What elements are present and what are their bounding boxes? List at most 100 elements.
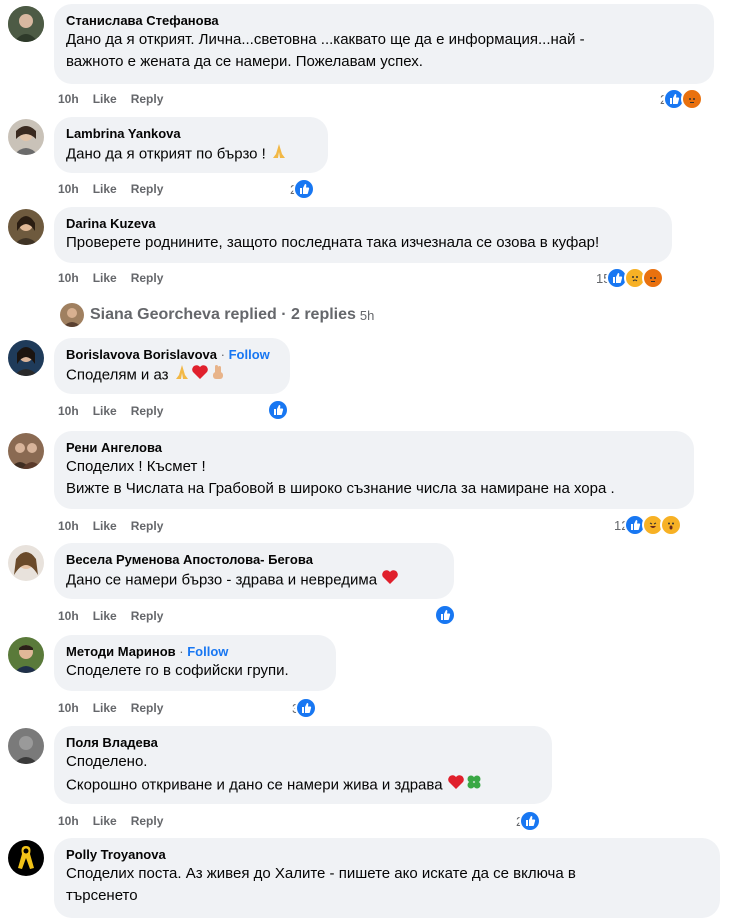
comment-time[interactable]: 10h [58,701,79,715]
reactions-summary[interactable]: 12 [614,514,683,536]
like-icon [434,604,456,626]
reactions-summary[interactable] [432,604,456,626]
reply-button[interactable]: Reply [131,519,164,533]
like-button[interactable]: Like [93,271,117,285]
reply-button[interactable]: Reply [131,814,164,828]
avatar [60,303,84,327]
comment-bubble: Поля Владева Споделено. Скорошно открива… [54,726,552,804]
commenter-name[interactable]: Рени Ангелова [66,439,682,456]
comment-actions: 10h Like Reply [58,701,177,715]
angry-icon [642,267,665,289]
red-heart-icon [381,568,399,593]
commenter-name[interactable]: Методи Маринов · Follow [66,643,324,660]
comment-text: Споделям и аз [66,363,278,388]
comment-actions: 10h Like Reply [58,814,177,828]
like-icon [519,810,542,832]
comment-time[interactable]: 10h [58,404,79,418]
reactions-summary[interactable]: 3 [292,697,318,719]
avatar[interactable] [8,119,44,155]
avatar[interactable] [8,637,44,673]
avatar[interactable] [8,728,44,764]
like-button[interactable]: Like [93,519,117,533]
comment-bubble: Lambrina Yankova Дано да я открият по бъ… [54,117,328,173]
comment-time[interactable]: 10h [58,814,79,828]
comment-bubble: Методи Маринов · Follow Споделете го в с… [54,635,336,691]
comment-text: Споделете го в софийски групи. [66,662,289,679]
comment-actions: 10h Like Reply [58,182,177,196]
avatar[interactable] [8,340,44,376]
avatar[interactable] [8,209,44,245]
red-heart-icon [447,773,465,798]
reply-button[interactable]: Reply [131,271,164,285]
like-icon [293,178,316,200]
commenter-name[interactable]: Lambrina Yankova [66,125,316,142]
reply-button[interactable]: Reply [131,404,164,418]
like-button[interactable]: Like [93,701,117,715]
commenter-name[interactable]: Станислава Стефанова [66,12,702,29]
follow-button[interactable]: Follow [229,347,270,362]
comment-text: Дано да я открият по бързо ! [66,142,316,167]
comment-actions: 10h Like Reply [58,271,177,285]
replies-time: 5h [359,307,375,323]
comment-text: търсенето [66,887,138,904]
comment-actions: 10h Like Reply [58,519,177,533]
commenter-name[interactable]: Весела Руменова Апостолова- Бегова [66,551,442,568]
commenter-name[interactable]: Поля Владева [66,734,540,751]
comment-text: Дано се намери бързо - здрава и невредим… [66,568,442,593]
comment-actions: 10h Like Reply [58,609,177,623]
like-button[interactable]: Like [93,609,117,623]
comment-bubble: Весела Руменова Апостолова- Бегова Дано … [54,543,454,599]
praying-hands-icon [270,142,288,167]
red-heart-icon [191,363,209,388]
commenter-name[interactable]: Darina Kuzeva [66,215,660,232]
like-icon [267,399,289,421]
comment-bubble: Polly Troyanova Споделих поста. Аз живея… [54,838,720,918]
comment-bubble: Станислава Стефанова Дано да я открият. … [54,4,714,84]
comment-time[interactable]: 10h [58,519,79,533]
avatar[interactable] [8,433,44,469]
like-button[interactable]: Like [93,404,117,418]
comment-text: Проверете роднините, защото последната т… [66,234,600,251]
avatar[interactable] [8,545,44,581]
like-button[interactable]: Like [93,182,117,196]
avatar[interactable] [8,840,44,876]
comment-time[interactable]: 10h [58,609,79,623]
view-replies-link[interactable]: Siana Georcheva replied · 2 replies 5h [60,303,374,327]
comment-text: важното е жената да се намери. Пожелавам… [66,53,423,70]
like-icon [295,697,318,719]
like-button[interactable]: Like [93,92,117,106]
comment-text: Вижте в Числата на Грабовой в широко съз… [66,480,615,497]
angry-icon [681,88,704,110]
comment-time[interactable]: 10h [58,182,79,196]
replies-text[interactable]: Siana Georcheva replied · 2 replies [90,306,356,324]
avatar[interactable] [8,6,44,42]
comment-text: Споделих ! Късмет ! [66,458,206,475]
reply-button[interactable]: Reply [131,701,164,715]
four-leaf-clover-icon [465,773,483,798]
reply-button[interactable]: Reply [131,182,164,196]
wow-icon [660,514,683,536]
comment-time[interactable]: 10h [58,271,79,285]
follow-button[interactable]: Follow [187,644,228,659]
comment-bubble: Рени Ангелова Споделих ! Късмет ! Вижте … [54,431,694,509]
reply-button[interactable]: Reply [131,609,164,623]
comment-text: Дано да я открият. Лична...световна ...к… [66,31,585,48]
commenter-name[interactable]: Borislavova Borislavova · Follow [66,346,278,363]
reactions-summary[interactable]: 2 [290,178,316,200]
reactions-summary[interactable]: 2 [516,810,542,832]
like-button[interactable]: Like [93,814,117,828]
praying-hands-icon [173,363,191,388]
comment-bubble: Borislavova Borislavova · Follow Споделя… [54,338,290,394]
comment-text: Споделих поста. Аз живея до Халите - пиш… [66,865,576,882]
comment-actions: 10h Like Reply [58,92,177,106]
reactions-summary[interactable] [265,399,289,421]
comment-text: Споделено. [66,753,148,770]
reactions-summary[interactable]: 2 [660,88,704,110]
comment-text: Скорошно откриване и дано се намери жива… [66,773,540,798]
reactions-summary[interactable]: 15 [596,267,665,289]
commenter-name[interactable]: Polly Troyanova [66,846,708,863]
comment-bubble: Darina Kuzeva Проверете роднините, защот… [54,207,672,263]
comment-time[interactable]: 10h [58,92,79,106]
crossed-fingers-icon [209,363,227,388]
reply-button[interactable]: Reply [131,92,164,106]
